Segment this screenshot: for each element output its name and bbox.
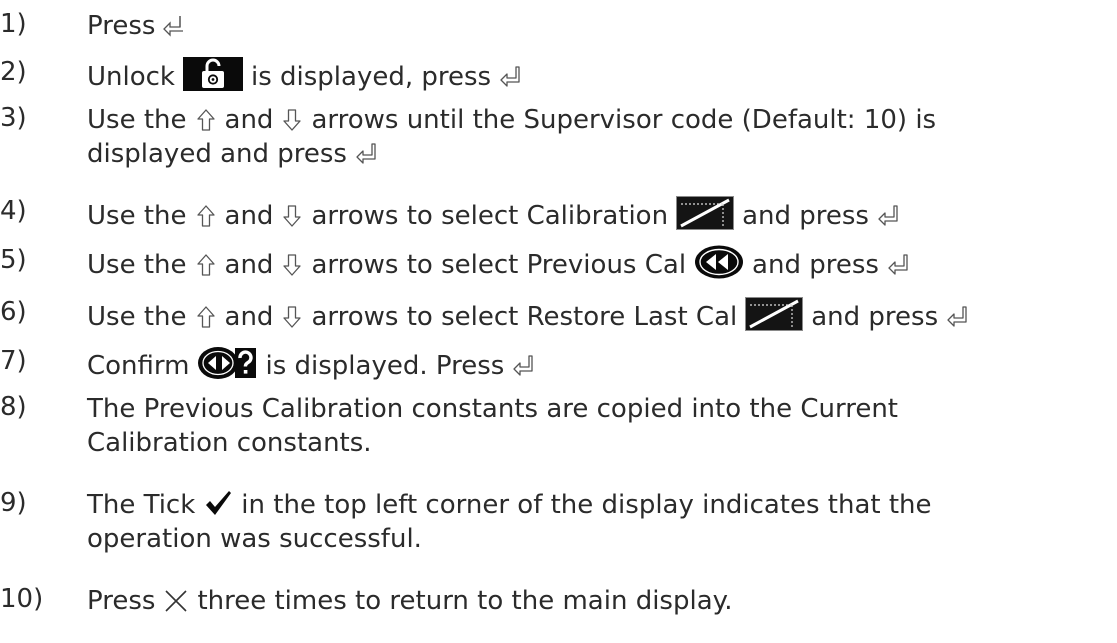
enter-key-icon	[499, 65, 521, 89]
step-text: Press three times to return to the main d…	[87, 584, 1112, 618]
step-text-segment: Unlock	[87, 62, 175, 92]
enter-key-icon	[512, 354, 534, 378]
step-text: Use the and arrows until the Supervisor co…	[87, 103, 1112, 171]
step-text-segment: and press	[752, 250, 879, 280]
step-text-segment: Confirm	[87, 351, 190, 381]
step-text: Use the and arrows to select Restore Last …	[87, 297, 1112, 332]
step-text-segment: Use the	[87, 302, 187, 332]
step-text-segment: Press	[87, 11, 156, 41]
enter-key-icon	[163, 14, 185, 38]
down-arrow-icon	[281, 253, 303, 277]
up-arrow-icon	[195, 204, 217, 228]
cross-icon	[163, 589, 189, 613]
step-text-segment: displayed and press	[87, 139, 347, 169]
step-text: The Previous Calibration constants are c…	[87, 392, 1112, 460]
step-text-segment: arrows to select Restore Last Cal	[311, 302, 738, 332]
step-text-segment: arrows to select Calibration	[311, 201, 669, 231]
step-text-segment: is displayed. Press	[265, 351, 505, 381]
step-text-segment: is displayed, press	[251, 62, 492, 92]
confirm-icon	[197, 346, 257, 380]
step-text-segment: Use the	[87, 201, 187, 231]
down-arrow-icon	[281, 204, 303, 228]
step-number: 2)	[0, 57, 27, 87]
enter-key-icon	[946, 305, 968, 329]
step-text-segment: Press	[87, 586, 156, 616]
step-text-segment: The Previous Calibration constants are c…	[87, 394, 898, 424]
step-text-segment: and	[224, 302, 274, 332]
tick-icon	[203, 488, 233, 518]
instruction-list: 1) Press 2) Unlock is displayed, press 3)…	[0, 0, 1117, 643]
step-number: 8)	[0, 392, 27, 422]
step-text-segment: and press	[811, 302, 939, 332]
step-text: Press	[87, 9, 1112, 43]
step-number: 10)	[0, 584, 44, 614]
step-text: Confirm is displayed. Press	[87, 346, 1112, 381]
step-text: Unlock is displayed, press	[87, 57, 1112, 92]
enter-key-icon	[887, 253, 909, 277]
enter-key-icon	[877, 204, 899, 228]
down-arrow-icon	[281, 305, 303, 329]
step-text-segment: The Tick	[87, 490, 196, 520]
previous-cal-icon	[694, 245, 744, 279]
step-text-segment: and	[224, 250, 274, 280]
up-arrow-icon	[195, 108, 217, 132]
up-arrow-icon	[195, 253, 217, 277]
up-arrow-icon	[195, 305, 217, 329]
step-number: 3)	[0, 103, 27, 133]
enter-key-icon	[355, 142, 377, 166]
step-text-segment: Use the	[87, 105, 187, 135]
step-text-segment: in the top left corner of the display in…	[241, 490, 932, 520]
step-text-segment: and press	[742, 201, 869, 231]
step-text-segment: operation was successful.	[87, 524, 422, 554]
step-text-segment: arrows to select Previous Cal	[311, 250, 687, 280]
calibration-icon	[676, 196, 735, 230]
step-number: 6)	[0, 297, 27, 327]
step-number: 9)	[0, 488, 27, 518]
step-text-segment: and	[224, 105, 274, 135]
step-text-segment: three times to return to the main displa…	[197, 586, 733, 616]
step-text: Use the and arrows to select Previous Cal a…	[87, 245, 1112, 280]
step-text-segment: Use the	[87, 250, 187, 280]
step-number: 1)	[0, 9, 27, 39]
step-text: The Tick in the top left corner of the di…	[87, 488, 1112, 556]
down-arrow-icon	[281, 108, 303, 132]
step-text-segment: arrows until the Supervisor code (Defaul…	[311, 105, 937, 135]
step-text-segment: Calibration constants.	[87, 428, 372, 458]
step-text: Use the and arrows to select Calibration an…	[87, 196, 1112, 231]
restore-last-cal-icon	[745, 297, 804, 331]
step-number: 5)	[0, 245, 27, 275]
step-number: 7)	[0, 346, 27, 376]
unlock-icon	[183, 57, 243, 91]
step-text-segment: and	[224, 201, 274, 231]
step-number: 4)	[0, 196, 27, 226]
